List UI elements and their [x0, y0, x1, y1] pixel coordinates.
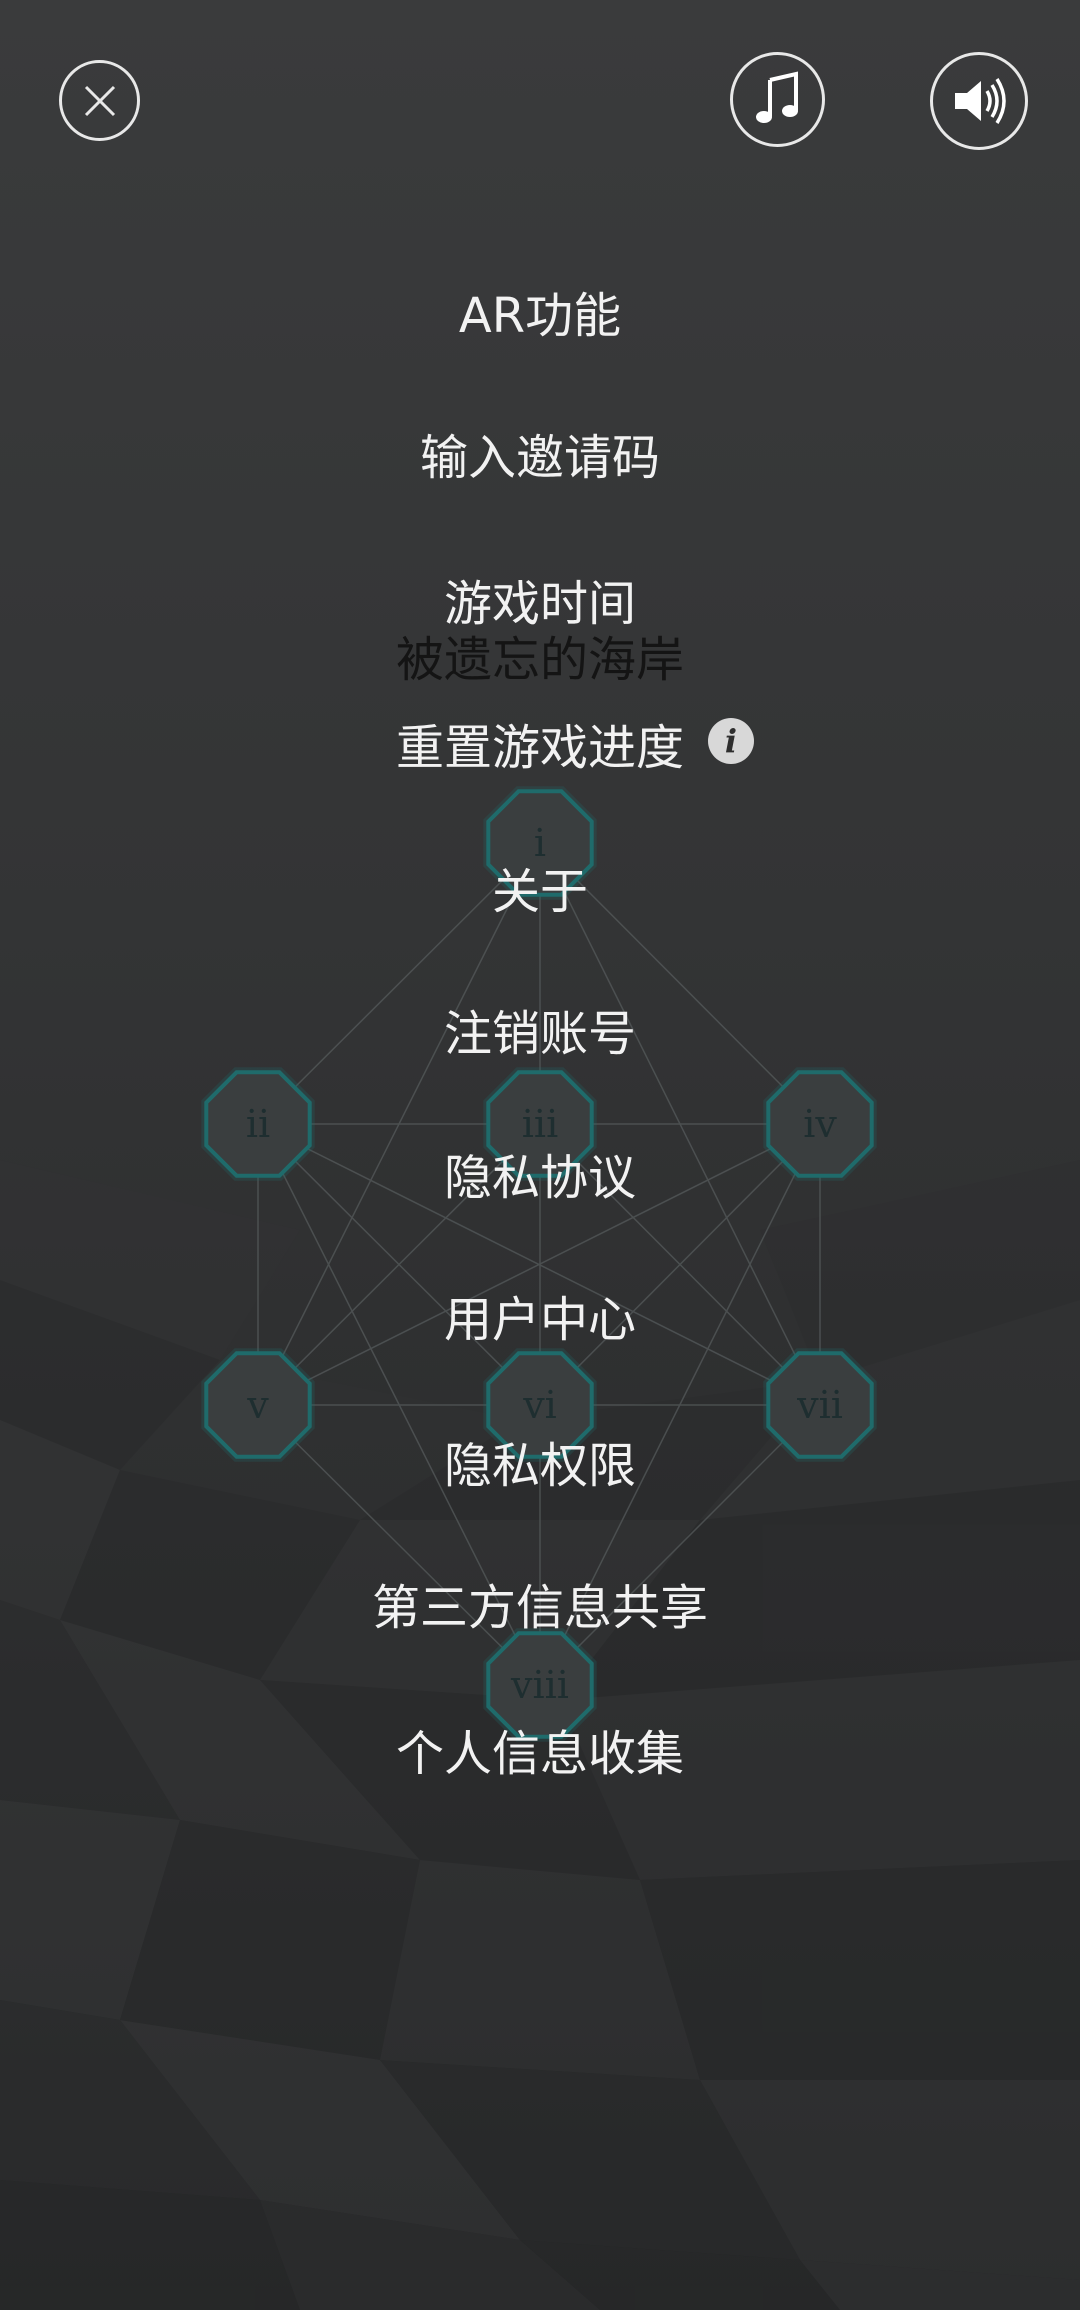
info-icon[interactable]: i	[708, 718, 754, 764]
privacy-permissions-item[interactable]: 隐私权限	[0, 1436, 1080, 1496]
privacy-agreement-item[interactable]: 隐私协议	[0, 1148, 1080, 1208]
cancel-account-item[interactable]: 注销账号	[0, 1004, 1080, 1064]
about-item[interactable]: 关于	[0, 862, 1080, 922]
ar-feature-item[interactable]: AR功能	[0, 286, 1080, 346]
third-party-sharing-item[interactable]: 第三方信息共享	[0, 1578, 1080, 1638]
reset-progress-item[interactable]: 重置游戏进度	[0, 716, 1080, 780]
chapter-name: 被遗忘的海岸	[395, 632, 684, 688]
invite-code-item[interactable]: 输入邀请码	[0, 428, 1080, 488]
settings-menu: AR功能 输入邀请码 游戏时间 被遗忘的海岸 重置游戏进度 i 关于 注销账号 …	[0, 0, 1080, 2310]
play-time-label: 游戏时间	[443, 576, 636, 632]
personal-info-collection-item[interactable]: 个人信息收集	[0, 1724, 1080, 1784]
user-center-item[interactable]: 用户中心	[0, 1290, 1080, 1350]
